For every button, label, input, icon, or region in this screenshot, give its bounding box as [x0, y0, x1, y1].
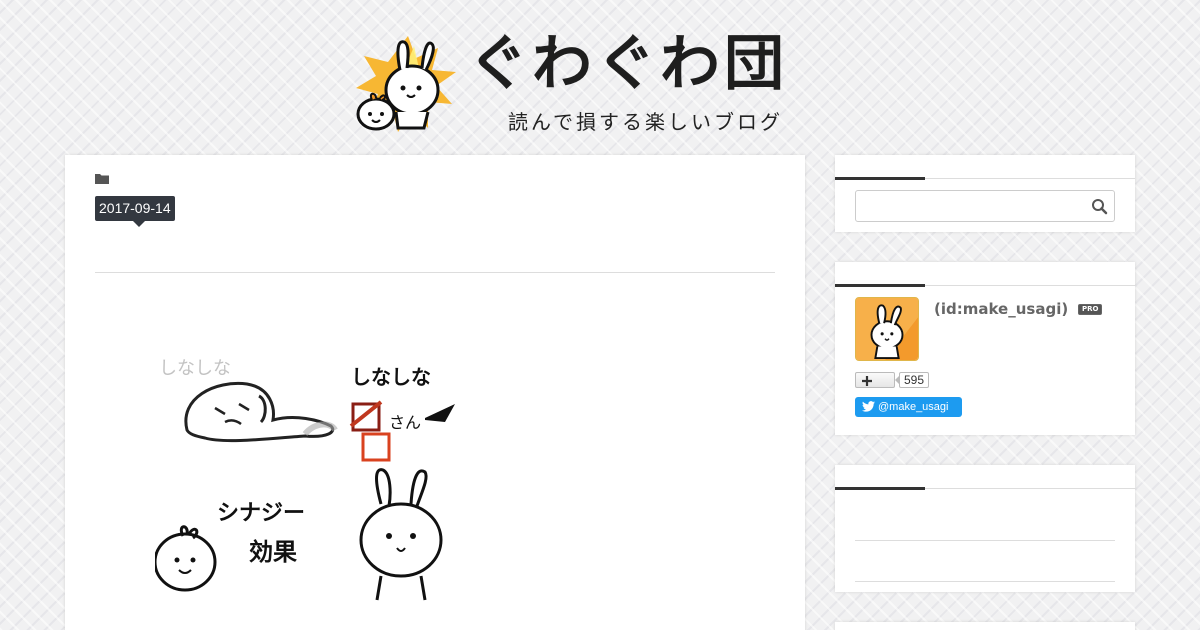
search-widget: [835, 155, 1135, 232]
list-divider: [855, 540, 1115, 541]
search-box: [855, 190, 1115, 222]
widget-accent-bar: [835, 284, 925, 287]
search-input[interactable]: [856, 191, 1086, 221]
image-red-kanji: [349, 400, 391, 462]
widget-accent-bar: [835, 487, 925, 490]
follower-count: 595: [894, 372, 930, 388]
image-text-synergy: シナジー: [217, 501, 305, 526]
avatar[interactable]: [855, 297, 919, 361]
widget-accent-bar: [835, 177, 925, 180]
follow-button[interactable]: [855, 372, 895, 388]
image-text-faded-1: しなしな: [159, 358, 231, 379]
site-tagline: 読んで損する楽しいブログ: [508, 110, 783, 134]
profile-widget: (id:make_usagi) PRO 595 @make_usagi: [835, 262, 1135, 435]
twitter-follow-button[interactable]: @make_usagi: [855, 397, 962, 417]
article-card: 2017-09-14 しなしな しなしな さん シナジー 効果: [65, 155, 805, 630]
article-image: しなしな しなしな さん シナジー 効果: [155, 358, 455, 601]
pro-badge: PRO: [1078, 304, 1103, 315]
site-logo[interactable]: ぐわぐわ団 読んで損する楽しいブログ: [352, 32, 842, 136]
rabbit-mascot-icon: [356, 36, 456, 132]
image-text-effect: 効果: [249, 538, 297, 566]
next-widget: [835, 622, 1135, 630]
image-text-top-right: しなしな: [351, 365, 431, 389]
list-divider: [855, 581, 1115, 582]
image-text-san: さん: [389, 413, 421, 432]
profile-id[interactable]: (id:make_usagi): [934, 300, 1068, 318]
twitter-handle: @make_usagi: [878, 401, 949, 413]
folder-icon[interactable]: [95, 173, 109, 184]
search-icon[interactable]: [1091, 198, 1108, 215]
divider: [95, 272, 775, 273]
article-date: 2017-09-14: [95, 196, 175, 227]
list-widget: [835, 465, 1135, 592]
twitter-bird-icon: [862, 401, 875, 412]
plus-icon: [862, 376, 872, 386]
site-title: ぐわぐわ団: [468, 29, 788, 99]
